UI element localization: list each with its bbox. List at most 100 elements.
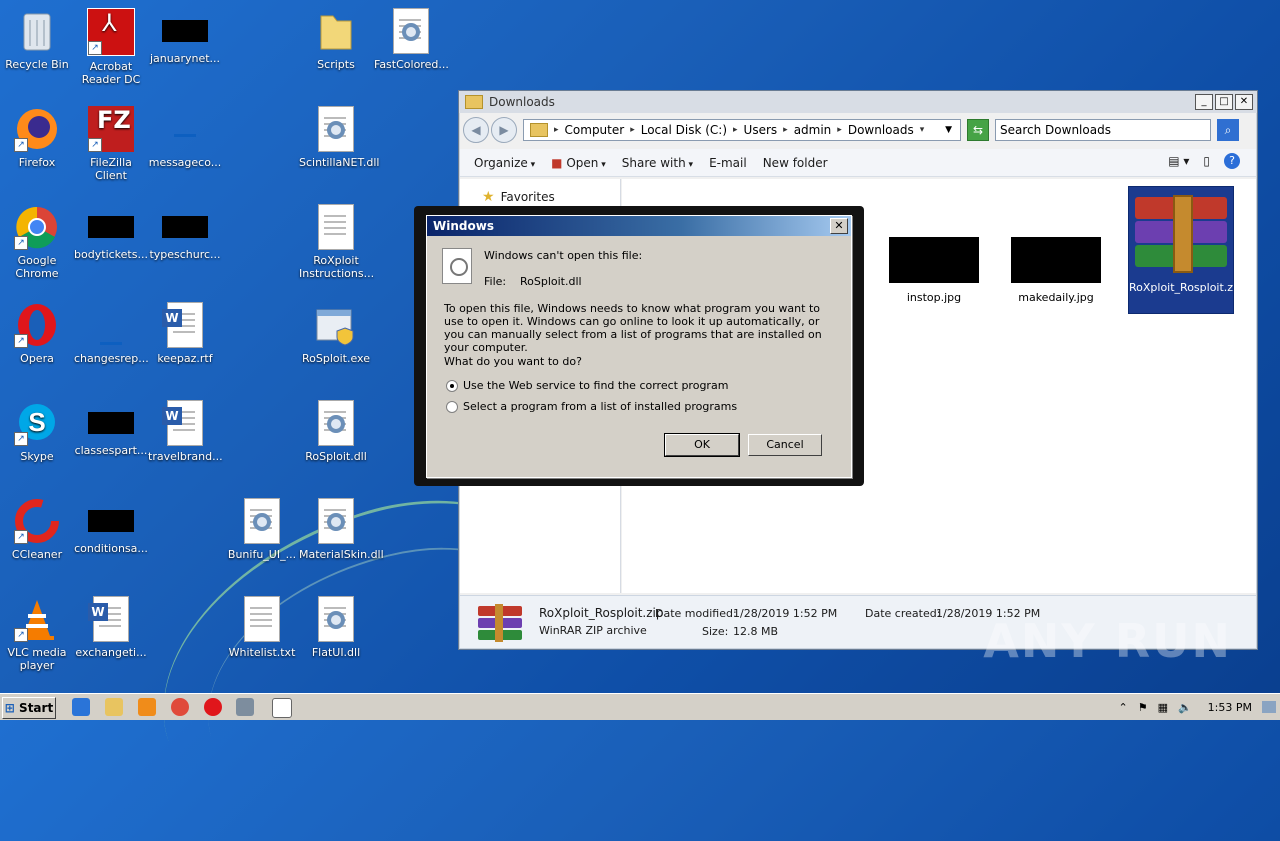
desktop-icon-recycle-bin[interactable]: Recycle Bin [0,8,74,71]
desktop-icon-bodytickets[interactable]: bodytickets... [74,204,148,261]
ok-button[interactable]: OK [664,433,740,457]
desktop-icon-fastcolored[interactable]: FastColored... [374,8,449,71]
tray-expand-icon[interactable]: ⌃ [1118,701,1127,714]
breadcrumb-separator: ▾ [919,125,925,135]
nav-favorites[interactable]: ★ Favorites [482,189,555,205]
organize-menu[interactable]: Organize [474,156,535,170]
desktop-icon-label: VLC media player [7,646,67,672]
file-item-makedaily[interactable]: makedaily.jpg [1006,237,1106,304]
desktop-icon-changesrep[interactable]: changesrep... [74,302,149,365]
open-menu[interactable]: ■ Open [551,156,606,170]
breadcrumb-computer[interactable]: Computer [565,123,625,137]
breadcrumb-downloads[interactable]: Downloads [848,123,914,137]
desktop-icon-scripts[interactable]: Scripts [299,8,373,71]
search-icon[interactable]: ⌕ [1217,119,1239,141]
desktop-icon-scintillanet[interactable]: ScintillaNET.dll [299,106,379,169]
desktop-icon-messageco[interactable]: messageco... [148,106,222,169]
breadcrumb-admin[interactable]: admin [794,123,832,137]
forward-button[interactable]: ▶ [491,117,517,143]
explorer-titlebar[interactable]: Downloads _ □ ✕ [459,91,1257,113]
desktop-icon-whitelist[interactable]: Whitelist.txt [225,596,299,659]
desktop-icon-label: Google Chrome [15,254,59,280]
acrobat-icon: ⅄ ↗ [87,8,135,56]
desktop-icon-bunifu[interactable]: Bunifu_UI_... [225,498,299,561]
preview-pane-icon[interactable]: ▯ [1203,154,1210,168]
desktop-icon-classespart[interactable]: classespart... [74,400,148,457]
file-name: RoXploit_Rosploit.zip [1129,281,1244,294]
desktop-icon-label: FileZilla Client [90,156,132,182]
desktop-icon-label: classespart... [74,444,148,457]
system-tray: ⌃ ⚑ ▦ 🔈 1:53 PM [1118,697,1276,717]
address-dropdown-icon[interactable]: ▼ [945,125,952,135]
minimize-button[interactable]: _ [1195,94,1213,110]
opera-taskbar-icon[interactable] [204,698,222,716]
breadcrumb-users[interactable]: Users [744,123,778,137]
file-name: instop.jpg [906,291,962,304]
ie-icon[interactable] [72,698,90,716]
chrome-taskbar-icon[interactable] [171,698,189,716]
chrome-icon: ↗ [14,204,60,250]
address-bar[interactable]: ▸ Computer ▸ Local Disk (C:) ▸ Users ▸ a… [523,119,961,141]
desktop-icon-exchangeti[interactable]: W exchangeti... [74,596,148,659]
desktop-icon-rosploit-dll[interactable]: RoSploit.dll [299,400,373,463]
desktop-icon-label: typeschurc... [149,248,221,261]
dll-file-icon [393,8,429,54]
desktop-icon-keepaz[interactable]: W keepaz.rtf [148,302,222,365]
refresh-button[interactable]: ⇆ [967,119,989,141]
start-button[interactable]: ⊞ Start [2,697,56,719]
desktop-icon-label: FastColored... [374,58,449,71]
back-button[interactable]: ◀ [463,117,489,143]
open-with-dialog[interactable]: Windows ✕ Windows can't open this file: … [426,215,852,478]
desktop-icon-januarynet[interactable]: januarynet... [148,8,222,65]
explorer-folder-icon[interactable] [105,698,123,716]
word-document-icon: W [88,596,129,642]
show-desktop-icon[interactable] [1262,701,1276,713]
change-view-icon[interactable]: ▤ ▾ [1168,154,1189,168]
redacted-thumbnail [88,510,134,532]
file-item-instop[interactable]: instop.jpg [884,237,984,304]
maximize-button[interactable]: □ [1215,94,1233,110]
dialog-close-button[interactable]: ✕ [830,218,848,234]
volume-icon[interactable]: 🔈 [1178,701,1192,714]
cancel-button[interactable]: Cancel [748,434,822,456]
taskbar: ⊞ Start ⌃ ⚑ ▦ 🔈 1:53 PM [0,693,1280,720]
breadcrumb-local-disk[interactable]: Local Disk (C:) [641,123,727,137]
dialog-titlebar[interactable]: Windows ✕ [427,216,851,236]
desktop-icon-vlc[interactable]: ↗ VLC media player [0,596,74,672]
desktop-icon-roxploit-instructions[interactable]: RoXploit Instructions... [299,204,374,280]
desktop-icon-ccleaner[interactable]: ↗ CCleaner [0,498,74,561]
flag-icon[interactable]: ⚑ [1138,701,1148,714]
search-input[interactable]: Search Downloads [995,119,1211,141]
redacted-thumbnail [162,216,208,238]
desktop-icon-chrome[interactable]: ↗ Google Chrome [0,204,74,280]
radio-selected-icon [446,379,458,392]
radio-installed-programs[interactable]: Select a program from a list of installe… [446,400,737,413]
media-player-icon[interactable] [138,698,156,716]
dialog-title: Windows [433,219,494,233]
desktop-icon-firefox[interactable]: ↗ Firefox [0,106,74,169]
desktop-icon-conditionsa[interactable]: conditionsa... [74,498,148,555]
desktop-icon-skype[interactable]: S ↗ Skype [0,400,74,463]
desktop-icon-rosploit-exe[interactable]: RoSploit.exe [299,302,373,365]
help-icon[interactable]: ? [1224,153,1240,169]
file-item-roxploit-zip-selected[interactable]: RoXploit_Rosploit.zip [1128,186,1243,314]
desktop-icon-flatui[interactable]: FlatUI.dll [299,596,373,659]
email-button[interactable]: E-mail [709,156,747,170]
desktop-icon-filezilla[interactable]: FZ ↗ FileZilla Client [74,106,148,182]
winrar-archive-icon [478,602,522,642]
desktop-icon-opera[interactable]: ↗ Opera [0,302,74,365]
clock[interactable]: 1:53 PM [1208,701,1252,714]
share-with-menu[interactable]: Share with [622,156,693,170]
radio-web-service-label: Use the Web service to find the correct … [463,379,729,392]
network-icon[interactable]: ▦ [1158,701,1168,714]
desktop-icon-materialskin[interactable]: MaterialSkin.dll [299,498,384,561]
desktop-icon-travelbrand[interactable]: W travelbrand... [148,400,223,463]
close-button[interactable]: ✕ [1235,94,1253,110]
desktop-icon-typeschurc[interactable]: typeschurc... [148,204,222,261]
dialog-explanation: To open this file, Windows needs to know… [444,302,822,354]
radio-web-service[interactable]: Use the Web service to find the correct … [446,379,728,392]
new-folder-button[interactable]: New folder [763,156,828,170]
dialog-taskbar-icon[interactable] [272,698,292,718]
app-taskbar-icon[interactable] [236,698,254,716]
desktop-icon-acrobat[interactable]: ⅄ ↗ Acrobat Reader DC [74,8,148,86]
